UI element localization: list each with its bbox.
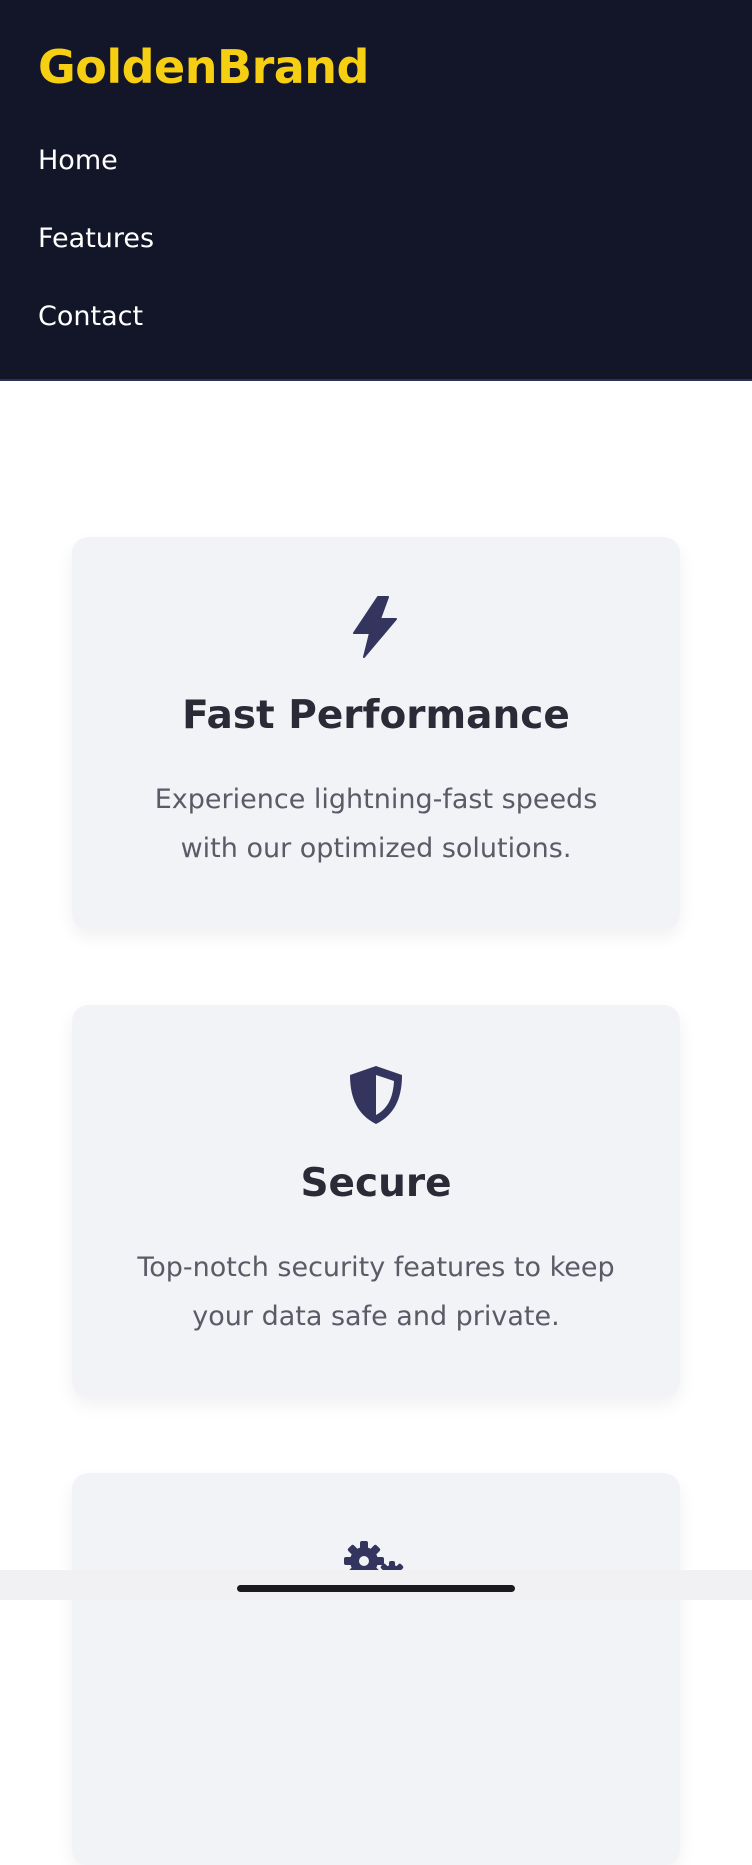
feature-title: Fast Performance bbox=[182, 693, 570, 738]
brand-logo[interactable]: GoldenBrand bbox=[38, 44, 369, 90]
nav-contact-link[interactable]: Contact bbox=[38, 303, 143, 330]
feature-description: Experience lightning-fast speeds with ou… bbox=[154, 784, 598, 864]
nav-home-link[interactable]: Home bbox=[38, 147, 118, 174]
feature-description: Top-notch security features to keep your… bbox=[137, 1252, 615, 1332]
feature-card-fast-performance: Fast Performance Experience lightning-fa… bbox=[72, 537, 680, 929]
feature-card-secure: Secure Top-notch security features to ke… bbox=[72, 1005, 680, 1397]
nav-features-link[interactable]: Features bbox=[38, 225, 154, 252]
site-header: GoldenBrand Home Features Contact bbox=[0, 0, 752, 381]
shield-icon bbox=[72, 1063, 680, 1127]
feature-title: Secure bbox=[300, 1161, 452, 1206]
home-indicator[interactable] bbox=[237, 1585, 515, 1592]
lightning-bolt-icon bbox=[72, 595, 680, 659]
feature-card-3 bbox=[72, 1473, 680, 1865]
